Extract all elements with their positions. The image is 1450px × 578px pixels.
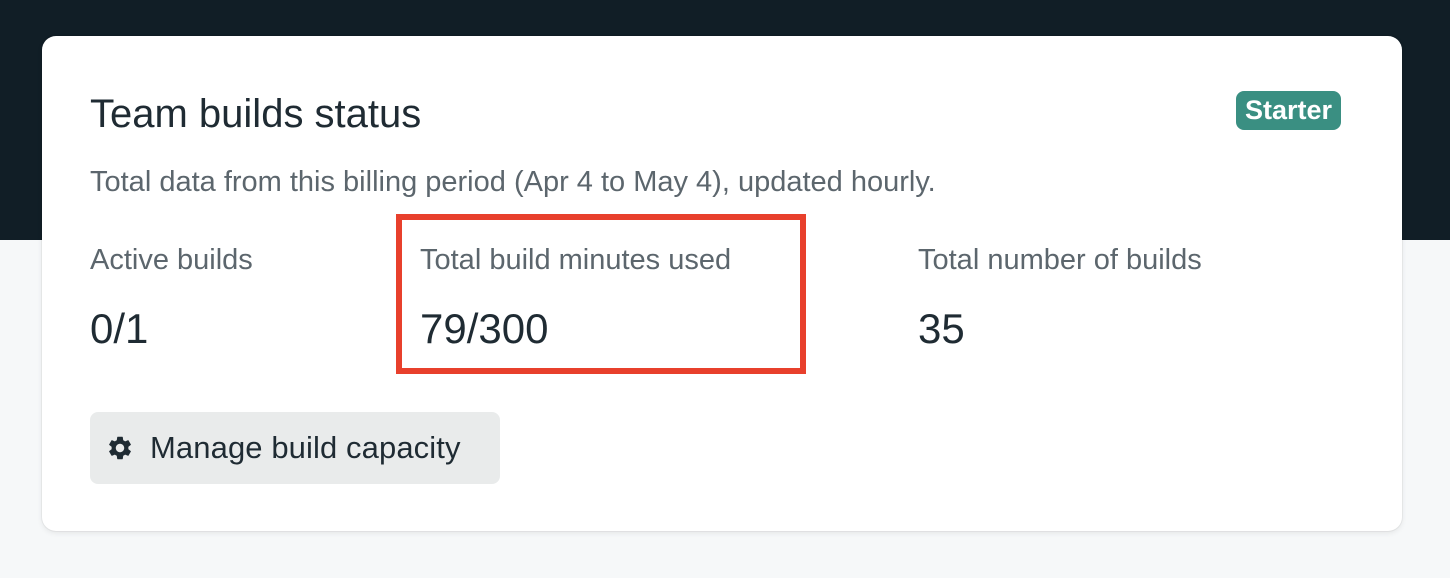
team-builds-status-card: Team builds status Starter Total data fr… xyxy=(42,36,1402,531)
stat-label: Total number of builds xyxy=(918,244,1202,276)
stat-value: 35 xyxy=(918,305,965,352)
manage-build-capacity-label: Manage build capacity xyxy=(150,430,461,465)
card-subtitle: Total data from this billing period (Apr… xyxy=(90,166,936,198)
stat-label: Total build minutes used xyxy=(420,244,732,276)
plan-badge: Starter xyxy=(1236,91,1342,130)
stat-number-of-builds: Total number of builds 35 xyxy=(918,242,1202,354)
stat-value: 79/300 xyxy=(420,305,549,352)
card-title: Team builds status xyxy=(90,92,422,136)
manage-build-capacity-button[interactable]: Manage build capacity xyxy=(90,412,500,484)
stat-label: Active builds xyxy=(90,244,253,276)
stat-build-minutes: Total build minutes used 79/300 xyxy=(420,242,731,354)
stat-active-builds: Active builds 0/1 xyxy=(90,242,253,354)
gear-icon xyxy=(106,434,134,462)
stat-value: 0/1 xyxy=(90,305,149,352)
